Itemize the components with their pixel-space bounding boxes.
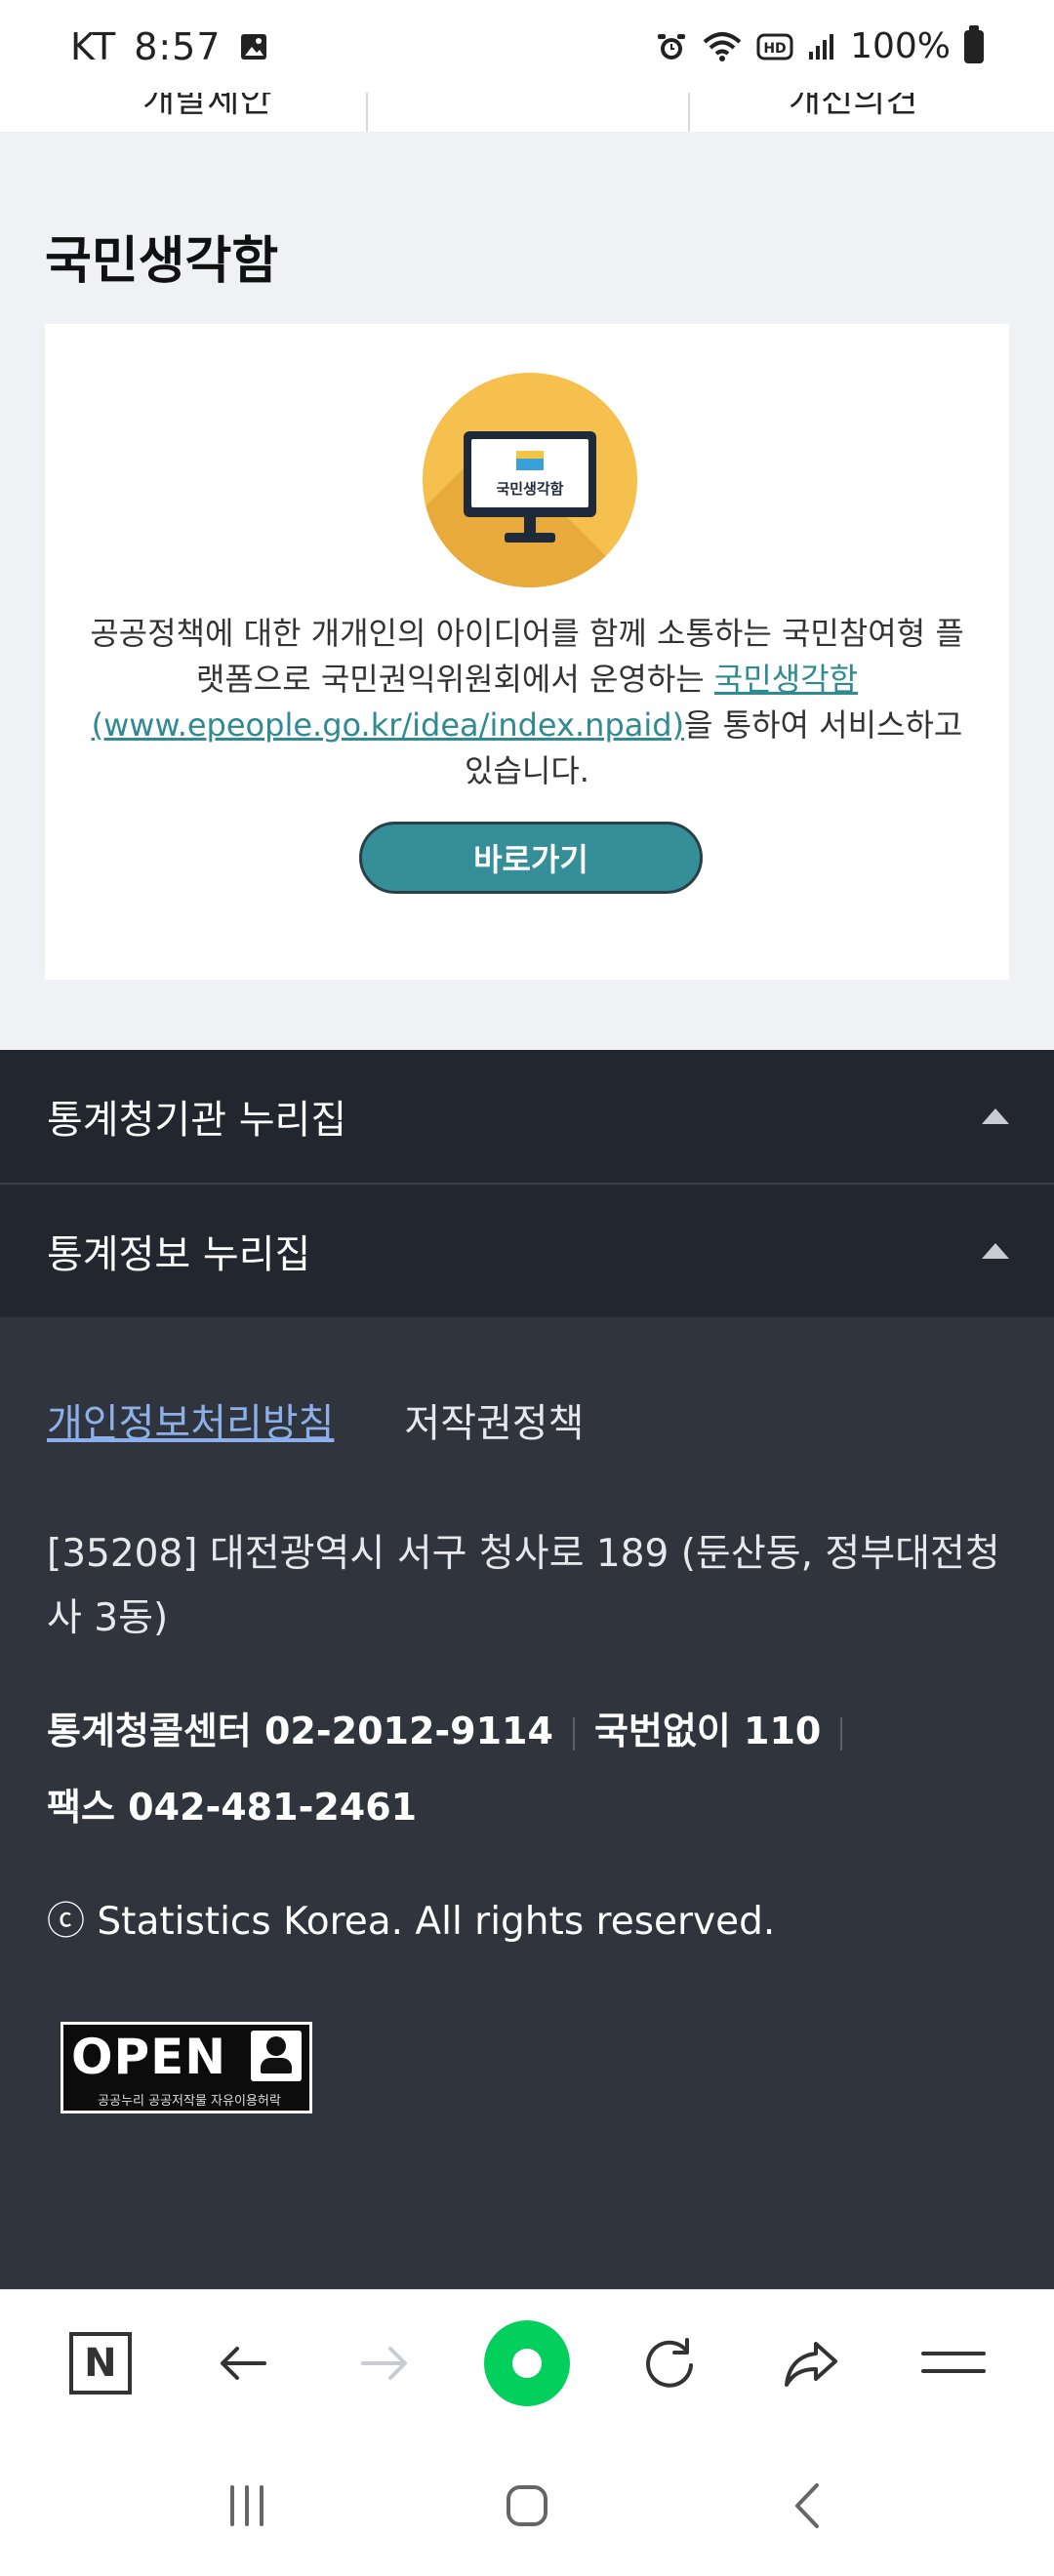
footer-address: [35208] 대전광역시 서구 청사로 189 (둔산동, 정부대전청사 3동…	[47, 1532, 1000, 1640]
browser-toolbar: N	[0, 2289, 1054, 2435]
status-right: HD 100%	[655, 24, 984, 66]
forward-button[interactable]	[331, 2310, 438, 2417]
copyright-text: ⓒ Statistics Korea. All rights reserved.	[47, 1900, 776, 1944]
separator	[840, 1716, 843, 1751]
accordion-label: 통계청기관 누리집	[47, 1098, 347, 1143]
accordion-agency-sites[interactable]: 통계청기관 누리집	[0, 1050, 1054, 1183]
svg-text:HD: HD	[763, 41, 786, 57]
green-dot-icon	[483, 2319, 570, 2406]
menu-icon	[921, 2351, 987, 2373]
recent-apps-icon	[230, 2485, 264, 2526]
gallery-icon	[239, 32, 268, 61]
footer-links: 개인정보처리방침 저작권정책	[47, 1391, 584, 1448]
system-back-button[interactable]	[749, 2457, 866, 2555]
hd-icon: HD	[756, 32, 793, 61]
refresh-icon	[645, 2337, 693, 2388]
tab-divider	[366, 93, 368, 132]
alarm-icon	[655, 30, 688, 63]
battery-label: 100%	[850, 26, 951, 66]
monitor-illustration-icon: 국민생각함	[423, 373, 637, 587]
open-badge-subtext: 공공누리 공공저작물 자유이용허락	[98, 2094, 281, 2109]
recent-apps-button[interactable]	[188, 2457, 305, 2555]
tab-dev-proposal[interactable]: 개발제안	[142, 93, 271, 122]
monitor-icon: 국민생각함	[464, 431, 596, 517]
privacy-policy-link[interactable]: 개인정보처리방침	[47, 1391, 334, 1448]
home-button[interactable]	[468, 2457, 586, 2555]
menu-button[interactable]	[900, 2310, 1007, 2417]
battery-icon	[964, 24, 984, 63]
status-bar: KT 8:57 HD 100%	[0, 0, 1054, 93]
section-title: 국민생각함	[45, 232, 279, 291]
naver-home-button[interactable]: N	[47, 2310, 154, 2417]
status-left: KT 8:57	[70, 25, 268, 68]
copyright-policy-link[interactable]: 저작권정책	[404, 1391, 584, 1448]
time-label: 8:57	[134, 24, 222, 68]
back-arrow-icon	[220, 2346, 266, 2380]
signal-icon	[807, 32, 836, 61]
caret-up-icon	[982, 1108, 1009, 1124]
tab-improvement[interactable]: 개선의견	[789, 93, 917, 122]
refresh-button[interactable]	[616, 2310, 723, 2417]
open-badge-text: OPEN	[71, 2029, 227, 2085]
epeople-card: 국민생각함 공공정책에 대한 개개인의 아이디어를 함께 소통하는 국민참여형 …	[45, 324, 1009, 980]
system-nav-bar	[0, 2435, 1054, 2576]
home-icon	[506, 2485, 547, 2526]
kogl-open-badge[interactable]: OPEN 공공누리 공공저작물 자유이용허락	[61, 2022, 312, 2113]
carrier-label: KT	[70, 24, 117, 68]
forward-arrow-icon	[361, 2346, 408, 2380]
card-description: 공공정책에 대한 개개인의 아이디어를 함께 소통하는 국민참여형 플랫폼으로 …	[84, 611, 970, 794]
attribution-icon	[251, 2031, 302, 2081]
tab-divider	[688, 93, 690, 132]
call-center: 통계청콜센터 02-2012-9114	[47, 1710, 553, 1752]
caret-up-icon	[982, 1243, 1009, 1259]
illustration-text: 국민생각함	[496, 480, 564, 498]
back-icon	[794, 2483, 819, 2528]
go-button[interactable]: 바로가기	[359, 822, 703, 894]
green-dot-button[interactable]	[473, 2310, 581, 2417]
separator	[572, 1716, 575, 1751]
accordion-label: 통계정보 누리집	[47, 1232, 311, 1277]
accordion-info-sites[interactable]: 통계정보 누리집	[0, 1185, 1054, 1317]
back-button[interactable]	[189, 2310, 297, 2417]
fax-number: 팩스 042-481-2461	[47, 1786, 418, 1829]
wifi-icon	[702, 30, 743, 63]
share-button[interactable]	[757, 2310, 865, 2417]
share-icon	[785, 2341, 838, 2387]
naver-n-icon: N	[68, 2331, 132, 2395]
cube-logo-icon	[516, 451, 544, 470]
footer: 개인정보처리방침 저작권정책 [35208] 대전광역시 서구 청사로 189 …	[0, 1317, 1054, 2289]
footer-contact: 통계청콜센터 02-2012-9114 국번없이 110 팩스 042-481-2…	[47, 1693, 1023, 1845]
top-tab-row: 개발제안 개선의견	[0, 93, 1054, 132]
national-number: 국번없이 110	[593, 1710, 822, 1752]
